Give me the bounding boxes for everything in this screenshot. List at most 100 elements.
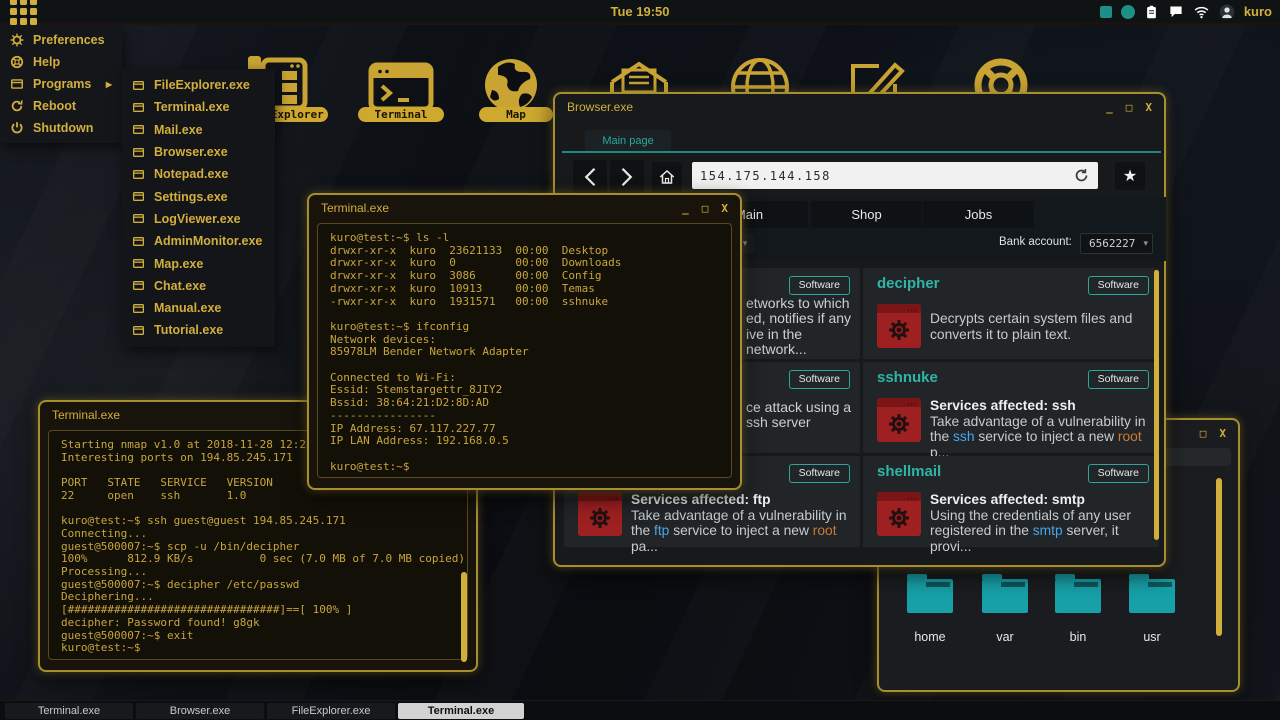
menu-item-help[interactable]: Help	[0, 51, 122, 73]
bank-account-dropdown[interactable]: 6562227 ▾	[1080, 233, 1153, 254]
lifebuoy-icon	[10, 55, 24, 69]
programs-submenu: FileExplorer.exe Terminal.exe Mail.exe B…	[122, 69, 275, 347]
clipboard-icon[interactable]	[1144, 4, 1159, 20]
home-button[interactable]	[652, 162, 682, 192]
window-terminal-center[interactable]: Terminal.exe _ □ X kuro@test:~$ ls -l dr…	[307, 193, 742, 490]
terminal-titlebar[interactable]: Terminal.exe _ □ X	[309, 195, 740, 221]
username[interactable]: kuro	[1244, 4, 1272, 19]
status-square-icon[interactable]	[1100, 6, 1112, 18]
forward-button[interactable]	[610, 160, 644, 193]
browser-page-tab[interactable]: Main page	[585, 130, 671, 151]
submenu-item-terminal[interactable]: Terminal.exe	[122, 96, 275, 118]
menu-item-reboot[interactable]: Reboot	[0, 95, 122, 117]
power-icon	[10, 121, 24, 135]
terminal-output-area[interactable]: kuro@test:~$ ls -l drwxr-xr-x kuro 23621…	[317, 223, 732, 478]
terminal-window-title: Terminal.exe	[52, 408, 120, 422]
window-icon	[10, 77, 24, 91]
folder-home-label: home	[900, 630, 960, 644]
browser-window-title: Browser.exe	[567, 100, 633, 114]
gear-icon	[10, 33, 24, 47]
card-title: sshnuke	[877, 369, 938, 386]
fileexplorer-scrollbar[interactable]	[1216, 478, 1222, 636]
maximize-button[interactable]: □	[1200, 427, 1207, 440]
submenu-item-manual[interactable]: Manual.exe	[122, 297, 275, 319]
menu-item-programs[interactable]: Programs ▶	[0, 73, 122, 95]
submenu-item-chat[interactable]: Chat.exe	[122, 275, 275, 297]
window-icon	[132, 235, 145, 248]
minimize-button[interactable]: _	[682, 202, 689, 215]
submenu-item-notepad[interactable]: Notepad.exe	[122, 163, 275, 185]
card-description: Services affected: smtp Using the creden…	[930, 492, 1150, 554]
submenu-arrow-icon: ▶	[106, 80, 112, 89]
software-card-decipher[interactable]: decipher Software ••• Decrypts certain s…	[863, 268, 1159, 359]
software-card-shellmail[interactable]: shellmail Software ••• Services affected…	[863, 456, 1159, 547]
desktop-icon-map-label[interactable]: Map	[479, 107, 553, 122]
minimize-button[interactable]: _	[1106, 101, 1113, 114]
taskbar: Terminal.exe Browser.exe FileExplorer.ex…	[0, 700, 1280, 720]
taskbar-item-terminal-1[interactable]: Terminal.exe	[5, 703, 133, 719]
url-bar[interactable]: 154.175.144.158	[692, 162, 1098, 189]
submenu-item-settings[interactable]: Settings.exe	[122, 185, 275, 207]
clock: Tue 19:50	[0, 4, 1280, 19]
site-tab-shop[interactable]: Shop	[811, 201, 922, 228]
submenu-item-tutorial[interactable]: Tutorial.exe	[122, 319, 275, 341]
taskbar-item-fileexplorer[interactable]: FileExplorer.exe	[267, 703, 395, 719]
wifi-icon[interactable]	[1193, 5, 1210, 19]
submenu-item-map[interactable]: Map.exe	[122, 252, 275, 274]
desktop-icon-terminal-label[interactable]: Terminal	[358, 107, 444, 122]
maximize-button[interactable]: □	[702, 202, 709, 215]
card-description: Services affected: ftp Take advantage of…	[631, 492, 851, 554]
site-tab-jobs[interactable]: Jobs	[923, 201, 1034, 228]
submenu-item-fileexplorer[interactable]: FileExplorer.exe	[122, 74, 275, 96]
window-icon	[132, 101, 145, 114]
avatar[interactable]	[1219, 4, 1235, 20]
taskbar-item-browser[interactable]: Browser.exe	[136, 703, 264, 719]
desktop: FileExplorer Terminal Map	[0, 0, 1280, 720]
window-icon	[132, 190, 145, 203]
submenu-item-mail[interactable]: Mail.exe	[122, 119, 275, 141]
refresh-icon[interactable]	[1073, 167, 1090, 184]
gear-icon	[887, 506, 911, 530]
submenu-item-logviewer[interactable]: LogViewer.exe	[122, 208, 275, 230]
folder-var[interactable]	[982, 579, 1028, 613]
gear-icon	[588, 506, 612, 530]
window-icon	[132, 212, 145, 225]
card-title: decipher	[877, 275, 940, 292]
top-bar: Tue 19:50 kuro	[0, 0, 1280, 25]
menu-item-preferences[interactable]: Preferences	[0, 29, 122, 51]
software-card-sshnuke[interactable]: sshnuke Software ••• Services affected: …	[863, 362, 1159, 453]
folder-usr[interactable]	[1129, 579, 1175, 613]
close-button[interactable]: X	[721, 202, 728, 215]
terminal-output: kuro@test:~$ ls -l drwxr-xr-x kuro 23621…	[330, 232, 719, 473]
status-circle-icon[interactable]	[1121, 5, 1135, 19]
window-icon	[132, 146, 145, 159]
software-badge: Software	[1088, 464, 1149, 483]
bookmark-button[interactable]: ★	[1115, 162, 1145, 190]
browser-scrollbar[interactable]	[1154, 270, 1159, 540]
red-app-icon: •••	[877, 304, 921, 348]
close-button[interactable]: X	[1145, 101, 1152, 114]
submenu-item-adminmonitor[interactable]: AdminMonitor.exe	[122, 230, 275, 252]
menu-item-shutdown[interactable]: Shutdown	[0, 117, 122, 139]
folder-bin[interactable]	[1055, 579, 1101, 613]
globe-solid-icon	[482, 56, 540, 114]
tab-underline	[562, 151, 1161, 153]
bank-account-value: 6562227	[1089, 237, 1135, 250]
red-app-icon: •••	[877, 398, 921, 442]
close-button[interactable]: X	[1219, 427, 1226, 440]
window-icon	[132, 123, 145, 136]
chevron-left-icon	[581, 166, 599, 188]
browser-titlebar[interactable]: Browser.exe _ □ X	[555, 94, 1164, 120]
chevron-down-icon: ▾	[1143, 238, 1148, 249]
folder-home[interactable]	[907, 579, 953, 613]
reboot-icon	[10, 99, 24, 113]
back-button[interactable]	[573, 160, 607, 193]
submenu-item-browser[interactable]: Browser.exe	[122, 141, 275, 163]
maximize-button[interactable]: □	[1126, 101, 1133, 114]
chat-icon[interactable]	[1168, 4, 1184, 19]
software-badge: Software	[789, 370, 850, 389]
card-description: Services affected: ssh Take advantage of…	[930, 398, 1150, 460]
taskbar-item-terminal-2-active[interactable]: Terminal.exe	[398, 703, 524, 719]
red-app-icon: •••	[578, 492, 622, 536]
terminal-scrollbar[interactable]	[461, 572, 467, 662]
